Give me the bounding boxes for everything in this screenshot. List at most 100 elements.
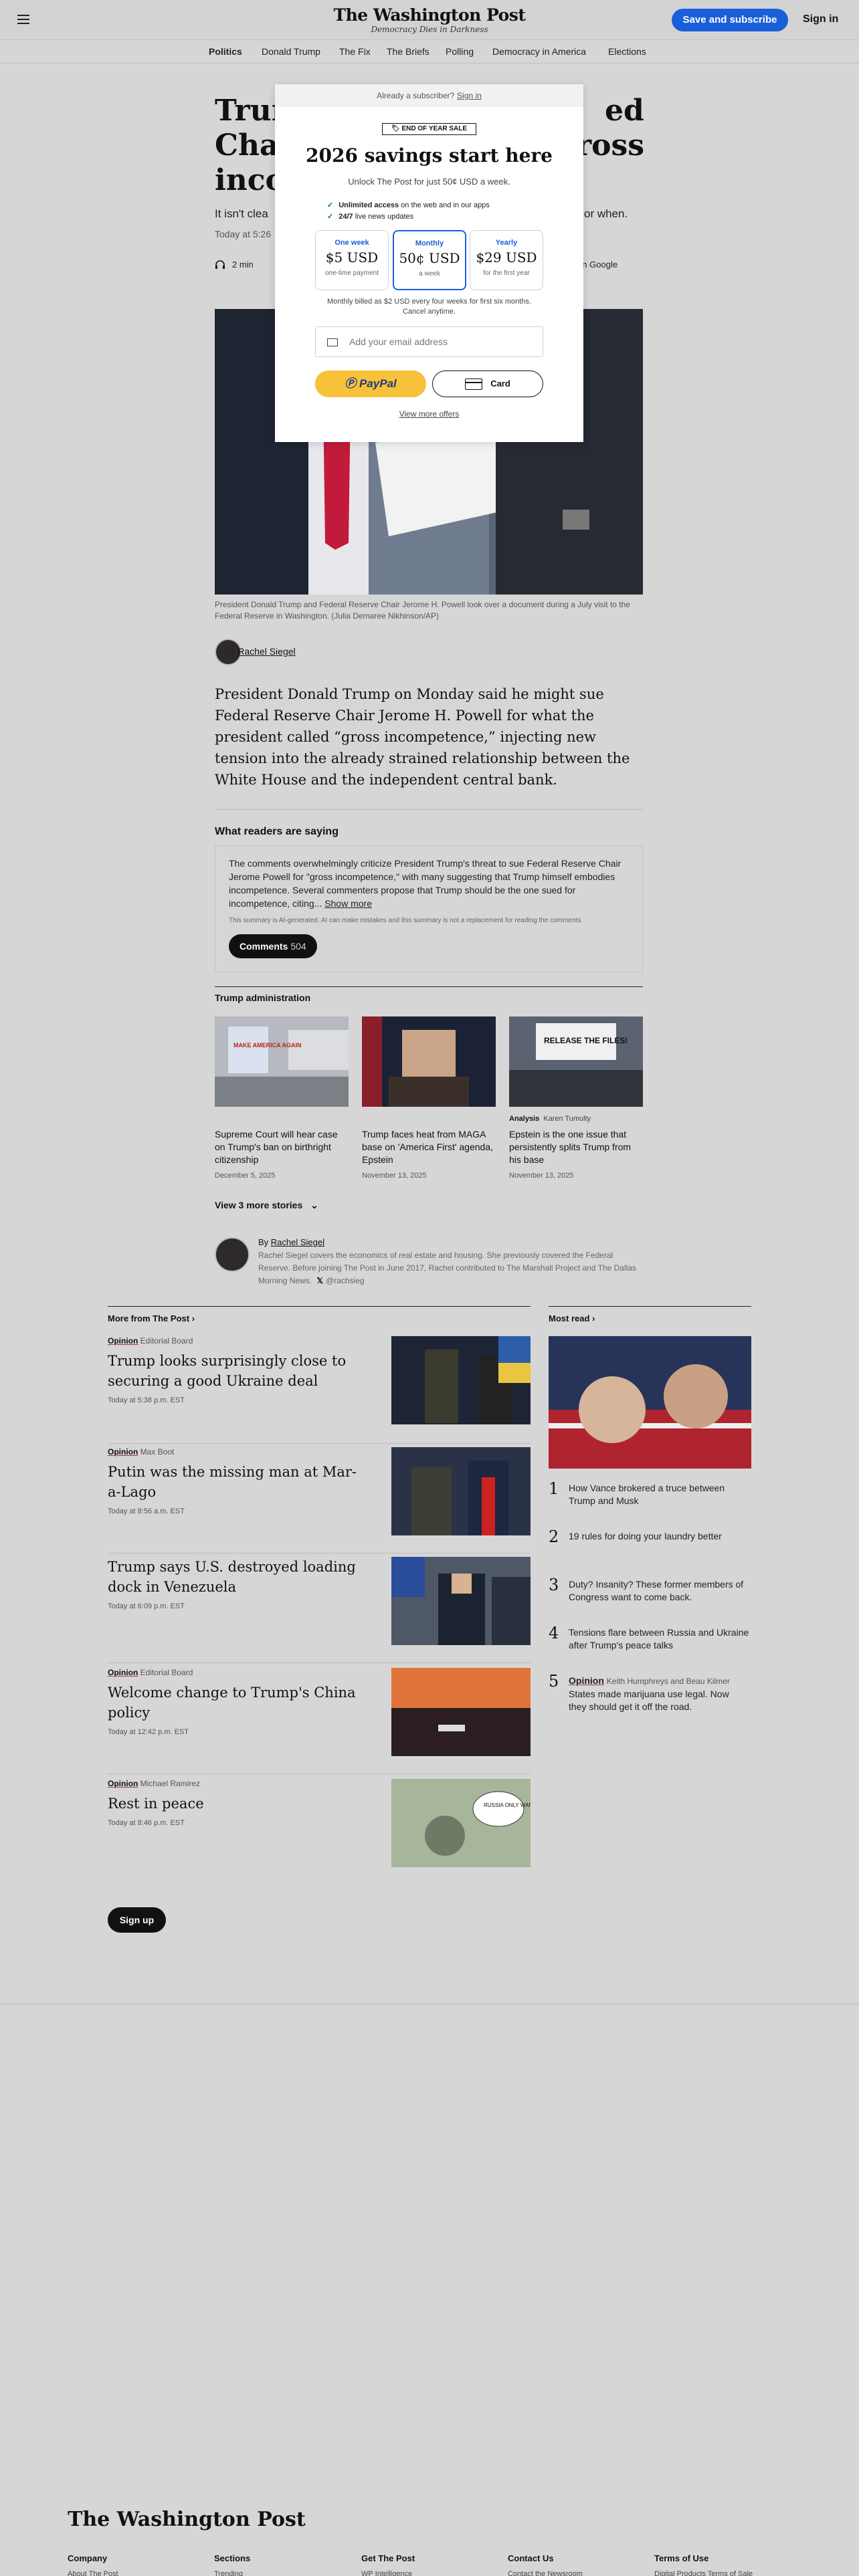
author-bio-avatar[interactable]: [215, 1237, 250, 1272]
subscription-modal: Already a subscriber? Sign in 🏷 END OF YE…: [275, 84, 583, 442]
footer-link[interactable]: Contact the Newsroom: [508, 2570, 583, 2576]
story-thumbnail: RUSSIA ONLY WANTS PEACE: [391, 1779, 531, 1867]
footer-column-title: Get The Post: [361, 2553, 415, 2563]
more-story[interactable]: Opinion Michael Ramirez Rest in peace To…: [108, 1779, 531, 1879]
author-link[interactable]: Rachel Siegel: [237, 646, 295, 657]
story-title[interactable]: Rest in peace: [108, 1794, 369, 1814]
section-nav: Politics Donald Trump The Fix The Briefs…: [0, 41, 859, 64]
view-more-offers-link[interactable]: View more offers: [275, 409, 583, 419]
most-read-title-text: Opinion Keith Humphreys and Beau Kilmer S…: [569, 1675, 730, 1712]
story-thumbnail: [391, 1336, 531, 1424]
related-story[interactable]: RELEASE THE FILES! Analysis Karen Tumulty…: [509, 1016, 643, 1180]
more-story[interactable]: Opinion Editorial Board Trump looks surp…: [108, 1336, 531, 1436]
more-story[interactable]: Opinion Max Boot Putin was the missing m…: [108, 1447, 531, 1547]
related-label: [215, 1115, 349, 1123]
card-payment-button[interactable]: Card: [432, 370, 543, 397]
footer-link[interactable]: Digital Products Terms of Sale: [654, 2570, 753, 2576]
related-date: November 13, 2025: [509, 1172, 574, 1180]
nav-democracy-in-america[interactable]: Democracy in America: [492, 46, 586, 57]
nav-polling[interactable]: Polling: [446, 46, 474, 57]
most-read-item[interactable]: 3 Duty? Insanity? These former members of…: [549, 1576, 751, 1608]
nav-elections[interactable]: Elections: [608, 46, 646, 57]
story-title[interactable]: Welcome change to Trump's China policy: [108, 1683, 369, 1723]
more-story[interactable]: Trump says U.S. destroyed loading dock i…: [108, 1557, 531, 1657]
footer-logo[interactable]: The Washington Post: [68, 2508, 306, 2531]
author-bio-link[interactable]: Rachel Siegel: [271, 1237, 324, 1247]
nav-politics[interactable]: Politics: [209, 46, 242, 57]
save-and-subscribe-button[interactable]: Save and subscribe: [672, 9, 788, 31]
related-thumbnail: MAKE AMERICA AGAIN: [215, 1016, 349, 1107]
most-read-item[interactable]: 4 Tensions flare between Russia and Ukrai…: [549, 1624, 751, 1656]
paypal-button[interactable]: Ⓟ PayPal: [315, 370, 426, 397]
nav-the-briefs[interactable]: The Briefs: [387, 46, 430, 57]
most-read-item[interactable]: 2 19 rules for doing your laundry better: [549, 1527, 751, 1554]
more-story[interactable]: Opinion Editorial Board Welcome change t…: [108, 1668, 531, 1768]
benefit-item: ✓ 24/7 live news updates: [327, 213, 414, 221]
rank-number: 2: [549, 1527, 559, 1546]
billing-note: Monthly billed as $2 USD every four week…: [326, 298, 532, 316]
view-more-stories-button[interactable]: View 3 more stories ⌄: [215, 1200, 318, 1211]
show-more-link[interactable]: Show more: [324, 898, 372, 909]
plan-one-week[interactable]: One week $5 USD one-time payment: [315, 230, 389, 290]
rank-number: 5: [549, 1672, 559, 1691]
more-from-post-title[interactable]: More from The Post ›: [108, 1313, 195, 1323]
email-input[interactable]: Add your email address: [315, 326, 543, 357]
comments-button[interactable]: Comments 504: [229, 934, 317, 958]
most-read-title-text: How Vance brokered a truce between Trump…: [569, 1483, 725, 1506]
modal-sign-in-link[interactable]: Sign in: [457, 91, 482, 100]
related-thumbnail: RELEASE THE FILES!: [509, 1016, 643, 1107]
plan-price: 50¢ USD: [399, 250, 460, 266]
related-thumbnail-illustration: RELEASE THE FILES!: [509, 1016, 643, 1107]
plan-name: One week: [335, 239, 369, 247]
article-byline: By Rachel Siegel: [224, 646, 296, 657]
footer-column-title: Company: [68, 2553, 108, 2563]
story-title[interactable]: Putin was the missing man at Mar-a-Lago: [108, 1462, 369, 1502]
most-read-title-text: Tensions flare between Russia and Ukrain…: [569, 1627, 749, 1650]
rank-number: 4: [549, 1624, 559, 1642]
story-thumbnail: [391, 1447, 531, 1535]
headline-fragment: ross: [576, 128, 645, 163]
footer-link[interactable]: WP Intelligence: [361, 2570, 412, 2576]
chevron-right-icon: ›: [191, 1313, 195, 1323]
most-read-hero-image[interactable]: [549, 1336, 751, 1469]
author-bio: Rachel Siegel covers the economics of re…: [258, 1249, 643, 1287]
footer-link[interactable]: Trending: [214, 2570, 243, 2576]
headphones-icon[interactable]: [215, 259, 225, 269]
nav-donald-trump[interactable]: Donald Trump: [262, 46, 320, 57]
most-read-title[interactable]: Most read ›: [549, 1313, 595, 1323]
readers-summary-card: The comments overwhelmingly criticize Pr…: [215, 845, 643, 972]
plan-yearly[interactable]: Yearly $29 USD for the first year: [470, 230, 543, 290]
related-title[interactable]: Supreme Court will hear case on Trump's …: [215, 1128, 349, 1166]
cartoon-bubble-text: RUSSIA ONLY WANTS PEACE: [484, 1802, 531, 1808]
already-subscriber-text: Already a subscriber?: [377, 91, 455, 100]
divider: [549, 1306, 751, 1307]
checkmark-icon: ✓: [327, 213, 334, 221]
plan-note: a week: [419, 270, 440, 278]
footer-link[interactable]: About The Post: [68, 2570, 118, 2576]
plan-monthly[interactable]: Monthly 50¢ USD a week: [393, 230, 466, 290]
plan-name: Yearly: [495, 239, 518, 247]
most-read-item[interactable]: 1 How Vance brokered a truce between Trum…: [549, 1479, 751, 1511]
related-story[interactable]: MAKE AMERICA AGAIN Supreme Court will he…: [215, 1016, 349, 1180]
related-title[interactable]: Trump faces heat from MAGA base on 'Amer…: [362, 1128, 496, 1166]
readers-section-title: What readers are saying: [215, 826, 339, 837]
comments-count: 504: [290, 941, 306, 952]
sign-in-link[interactable]: Sign in: [803, 13, 838, 25]
story-thumbnail: [391, 1557, 531, 1645]
photo-caption: President Donald Trump and Federal Reser…: [215, 600, 630, 621]
sale-badge: 🏷 END OF YEAR SALE: [382, 123, 476, 135]
x-logo-icon[interactable]: 𝕏: [316, 1276, 323, 1285]
most-read-item[interactable]: 5 Opinion Keith Humphreys and Beau Kilmer…: [549, 1672, 751, 1712]
story-title[interactable]: Trump says U.S. destroyed loading dock i…: [108, 1557, 369, 1597]
story-title[interactable]: Trump looks surprisingly close to securi…: [108, 1351, 369, 1391]
divider: [215, 809, 643, 810]
listen-duration[interactable]: 2 min: [232, 259, 254, 270]
sign-up-button[interactable]: Sign up: [108, 1907, 166, 1933]
related-date: December 5, 2025: [215, 1172, 276, 1180]
modal-headline: 2026 savings start here: [306, 144, 553, 167]
nav-the-fix[interactable]: The Fix: [339, 46, 371, 57]
x-handle[interactable]: @rachsieg: [326, 1276, 365, 1285]
related-title[interactable]: Epstein is the one issue that persistent…: [509, 1128, 643, 1166]
related-story[interactable]: Trump faces heat from MAGA base on 'Amer…: [362, 1016, 496, 1180]
related-thumbnail-illustration: MAKE AMERICA AGAIN: [215, 1016, 349, 1107]
